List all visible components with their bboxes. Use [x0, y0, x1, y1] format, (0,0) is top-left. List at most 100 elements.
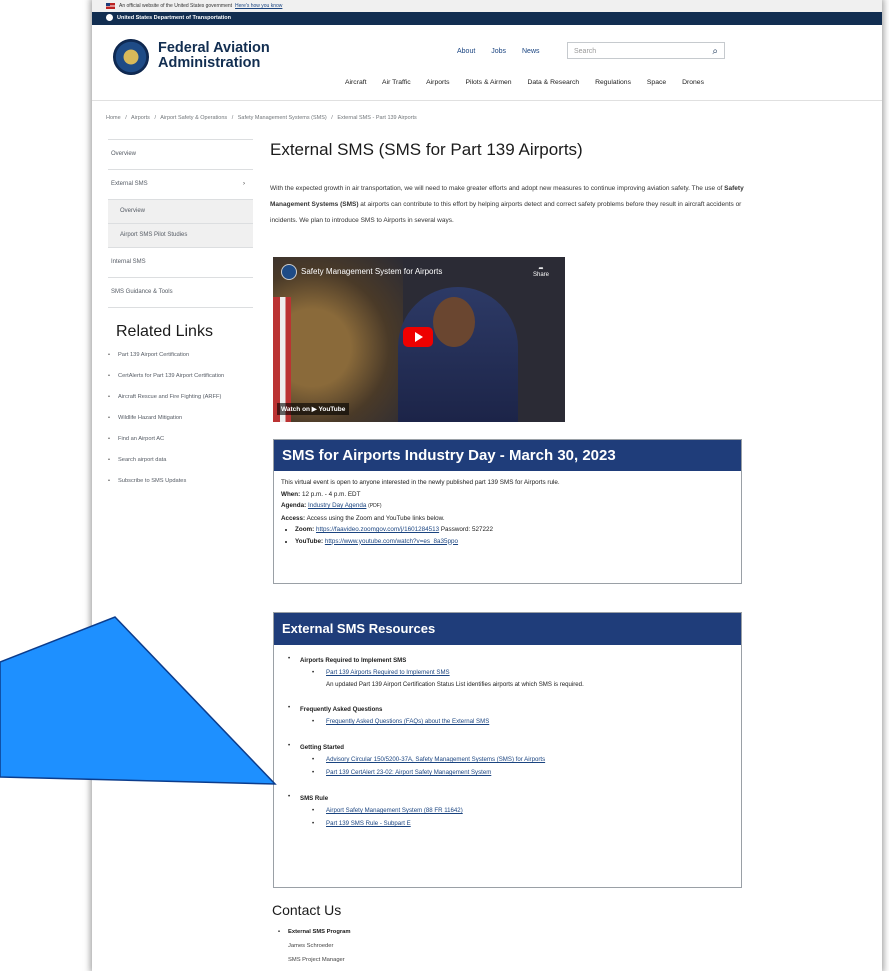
nav-drones[interactable]: Drones — [682, 79, 704, 86]
related-link[interactable]: Wildlife Hazard Mitigation — [106, 413, 256, 423]
video-speaker-head — [433, 297, 475, 347]
agenda-suffix: (PDF) — [368, 503, 382, 509]
resource-note: An updated Part 139 Airport Certificatio… — [326, 681, 584, 688]
nav-pilots-airmen[interactable]: Pilots & Airmen — [465, 79, 511, 86]
related-link[interactable]: Part 139 Airport Certification — [106, 350, 256, 360]
sidenav-subitem-overview[interactable]: Overview — [108, 199, 253, 223]
nav-air-traffic[interactable]: Air Traffic — [382, 79, 411, 86]
youtube-label: YouTube: — [295, 537, 324, 545]
related-link[interactable]: Search airport data — [106, 455, 256, 465]
sidenav-item-internal-sms[interactable]: Internal SMS — [108, 247, 253, 277]
sidenav-item-external-sms[interactable]: External SMS › — [108, 169, 253, 199]
side-nav: Overview External SMS › Overview Airport … — [108, 139, 253, 308]
related-link[interactable]: Aircraft Rescue and Fire Fighting (ARFF) — [106, 392, 256, 402]
resource-section-title: Getting Started — [300, 744, 345, 751]
search-placeholder: Search — [574, 48, 597, 55]
nav-data-research[interactable]: Data & Research — [527, 79, 579, 86]
faa-seal-icon[interactable] — [113, 39, 149, 75]
agenda-label: Agenda: — [281, 502, 307, 509]
util-link-jobs[interactable]: Jobs — [491, 48, 506, 55]
resource-link[interactable]: Part 139 Airports Required to Implement … — [300, 666, 741, 679]
share-icon: ➦ — [538, 266, 544, 272]
chevron-right-icon: › — [243, 181, 245, 187]
resource-section: Getting Started Advisory Circular 150/52… — [286, 742, 741, 779]
breadcrumb-sep: / — [331, 115, 333, 121]
gov-banner-text: An official website of the United States… — [119, 3, 233, 9]
breadcrumb-sms[interactable]: Safety Management Systems (SMS) — [238, 115, 327, 121]
related-link[interactable]: CertAlerts for Part 139 Airport Certific… — [106, 371, 256, 381]
industry-day-heading: SMS for Airports Industry Day - March 30… — [274, 440, 741, 471]
breadcrumb-airports[interactable]: Airports — [131, 115, 150, 121]
breadcrumb-home[interactable]: Home — [106, 115, 121, 121]
faa-name-line2: Administration — [158, 55, 261, 71]
dot-bar-text[interactable]: United States Department of Transportati… — [117, 15, 231, 21]
sidenav-item-label: Overview — [120, 208, 146, 214]
resource-link[interactable]: Part 139 SMS Rule - Subpart E — [300, 817, 741, 830]
youtube-link[interactable]: https://www.youtube.com/watch?v=es_8a35p… — [325, 538, 458, 545]
search-icon[interactable]: ⌕ — [712, 43, 718, 60]
sidenav-item-label: Airport SMS Pilot Studies — [120, 232, 188, 238]
breadcrumb-airport-safety[interactable]: Airport Safety & Operations — [160, 115, 227, 121]
breadcrumb-sep: / — [231, 115, 234, 121]
breadcrumb-sep: / — [154, 115, 156, 121]
main-nav: Aircraft Air Traffic Airports Pilots & A… — [345, 79, 718, 86]
resource-link[interactable]: Part 139 CertAlert 23-02: Airport Safety… — [300, 766, 741, 779]
related-links-list: Part 139 Airport Certification CertAlert… — [106, 350, 256, 497]
nav-aircraft[interactable]: Aircraft — [345, 79, 367, 86]
site-header: Federal Aviation Administration About Jo… — [92, 25, 882, 101]
agenda-link[interactable]: Industry Day Agenda — [308, 502, 366, 509]
related-link[interactable]: Find an Airport AC — [106, 434, 256, 444]
related-link[interactable]: Subscribe to SMS Updates — [106, 476, 256, 486]
util-link-news[interactable]: News — [522, 48, 540, 55]
play-button[interactable] — [403, 327, 433, 347]
intro-paragraph: With the expected growth in air transpor… — [270, 181, 748, 229]
faa-name-line1: Federal Aviation — [158, 40, 270, 56]
share-button[interactable]: ➦ Share — [533, 265, 549, 278]
nav-space[interactable]: Space — [647, 79, 666, 86]
breadcrumb-current: External SMS - Part 139 Airports — [337, 115, 417, 121]
industry-day-box: SMS for Airports Industry Day - March 30… — [273, 439, 742, 584]
resource-section-title: SMS Rule — [300, 795, 329, 802]
zoom-link[interactable]: https://faavideo.zoomgov.com/j/160128451… — [316, 526, 439, 533]
sidenav-item-guidance-tools[interactable]: SMS Guidance & Tools — [108, 277, 253, 308]
dot-seal-icon — [106, 14, 113, 22]
nav-regulations[interactable]: Regulations — [595, 79, 631, 86]
faa-logo-text[interactable]: Federal Aviation Administration — [158, 41, 270, 71]
sidenav-item-label: SMS Guidance & Tools — [111, 289, 173, 295]
resource-section-title: Frequently Asked Questions — [300, 706, 383, 713]
breadcrumb: Home / Airports / Airport Safety & Opera… — [106, 115, 420, 121]
page-title: External SMS (SMS for Part 139 Airports) — [270, 140, 583, 159]
resource-section: SMS Rule Airport Safety Management Syste… — [286, 793, 741, 830]
industry-day-agenda: Agenda: Industry Day Agenda (PDF) — [281, 500, 734, 513]
industry-day-body: This virtual event is open to anyone int… — [274, 471, 741, 553]
resource-link[interactable]: Airport Safety Management System (88 FR … — [300, 804, 741, 817]
youtube-video-embed[interactable]: Safety Management System for Airports ➦ S… — [273, 257, 565, 422]
zoom-password: Password: 527222 — [440, 526, 494, 533]
sidenav-item-overview[interactable]: Overview — [108, 139, 253, 169]
util-link-about[interactable]: About — [457, 48, 475, 55]
dot-bar: United States Department of Transportati… — [92, 12, 882, 25]
sidenav-subitem-pilot-studies[interactable]: Airport SMS Pilot Studies — [108, 223, 253, 247]
contact-us-heading: Contact Us — [272, 902, 342, 918]
resource-link[interactable]: Advisory Circular 150/5200-37A, Safety M… — [300, 753, 741, 766]
video-title[interactable]: Safety Management System for Airports — [301, 267, 442, 276]
search-input[interactable]: Search ⌕ — [567, 42, 725, 59]
contact-name: James Schroeder — [288, 943, 334, 949]
contact-block: External SMS Program James Schroeder SMS… — [278, 925, 351, 967]
access-links: Zoom: https://faavideo.zoomgov.com/j/160… — [281, 524, 734, 547]
channel-logo-icon[interactable] — [281, 264, 297, 280]
industry-day-access: Access: Access using the Zoom and YouTub… — [281, 513, 734, 525]
nav-airports[interactable]: Airports — [426, 79, 449, 86]
heres-how-you-know-link[interactable]: Here's how you know — [235, 3, 282, 9]
intro-text: With the expected growth in air transpor… — [270, 185, 725, 192]
contact-program: External SMS Program — [278, 925, 351, 939]
resources-heading: External SMS Resources — [274, 613, 741, 645]
watch-on-youtube-button[interactable]: Watch on ▶ YouTube — [277, 403, 350, 415]
youtube-item: YouTube: https://www.youtube.com/watch?v… — [295, 536, 734, 548]
when-label: When: — [281, 490, 301, 498]
sidenav-item-label: External SMS — [111, 181, 148, 187]
resource-link[interactable]: Frequently Asked Questions (FAQs) about … — [300, 715, 741, 728]
browser-page-frame: An official website of the United States… — [92, 0, 882, 971]
access-label: Access: — [281, 514, 306, 522]
access-value: Access using the Zoom and YouTube links … — [306, 514, 445, 522]
